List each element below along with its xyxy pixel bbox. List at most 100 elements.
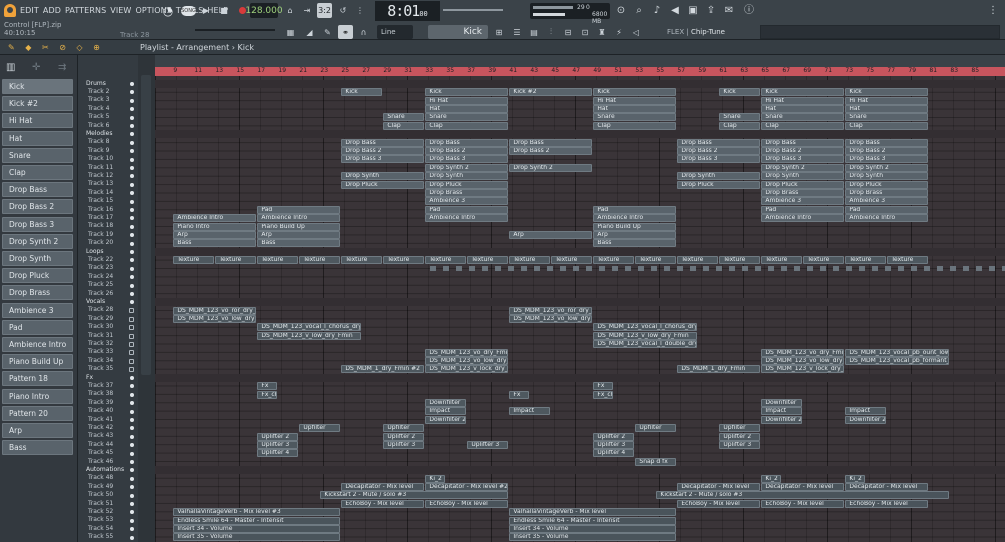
picker-item[interactable]: Pattern 18 [2,371,73,387]
audio-clip[interactable]: DS_MDM_123_v_low_dry_Fmin [257,331,362,340]
pattern-clip[interactable]: Kick [761,88,845,97]
loop-slice[interactable] [755,266,761,272]
track-mute-icon[interactable] [130,485,134,490]
audio-clip[interactable]: Impact [509,407,551,416]
track-mute-icon[interactable] [130,300,134,305]
track-header[interactable]: Track 41 [78,416,138,424]
upload-icon[interactable]: ⇪ [704,4,718,17]
audio-clip[interactable]: Downfilter 2 [761,415,803,424]
audio-clip[interactable]: Downfilter [761,398,803,407]
flex-preset-label[interactable]: FLEX | Chip-Tune [667,28,725,36]
audio-clip[interactable]: Downfilter 2 [845,415,887,424]
track-header[interactable]: Track 52 [78,508,138,516]
automation-clip[interactable]: Insert 35 - Volume [173,533,341,542]
track-mute-icon[interactable] [130,510,134,515]
automation-clip[interactable]: EchoBoy - Mix level [845,499,929,508]
audio-clip[interactable]: DS_MDM_123_vocal_pb_formant_low_dry_Fmin [845,356,950,365]
mixer-icon[interactable]: ⫶ [544,25,558,39]
audio-clip[interactable]: Impact [761,407,803,416]
track-header[interactable]: Track 15 [78,197,138,205]
audio-clip[interactable]: DS_MDM_123_v_low_dry_Fmin [593,331,698,340]
track-lock-icon[interactable] [129,325,134,331]
playlist-icon[interactable]: ☰ [510,25,524,39]
pattern-clip[interactable]: Drop Brass [425,188,509,197]
pattern-clip[interactable]: Hi Hat [593,96,677,105]
pattern-clip[interactable]: Pad [257,205,341,214]
track-header[interactable]: Track 18 [78,222,138,230]
loop-slice[interactable] [573,266,579,272]
save-icon[interactable]: ▣ [686,4,700,17]
loop-slice[interactable] [651,266,657,272]
automation-clip[interactable]: Endless Smile 64 - Master - Intensit [509,516,677,525]
track-mute-icon[interactable] [130,174,134,179]
pattern-clip[interactable]: Ambience Intro [425,214,509,223]
pattern-clip[interactable]: Drop Brass [761,188,845,197]
track-header[interactable]: Track 22 [78,256,138,264]
audio-clip[interactable]: Texture [845,256,887,265]
track-mute-icon[interactable] [130,376,134,380]
menu-view[interactable]: VIEW [110,6,131,15]
master-volume-knob-icon[interactable]: ◔ [160,3,176,18]
pattern-clip[interactable]: Snare [719,113,761,122]
step-seq-icon[interactable]: ◢ [302,25,317,39]
picker-item[interactable]: Kick #2 [2,96,73,112]
audio-clip[interactable]: Fx [593,382,614,391]
track-header[interactable]: Track 28 [78,306,138,314]
audio-clip[interactable]: DS_MDM_123_vo_dry_Fmin #2 [425,348,509,357]
automation-clip[interactable]: Decapitator - Mix level #2 [425,482,509,491]
browser-toggle-icon[interactable]: ⊟ [561,25,575,39]
audio-clip[interactable]: DS_MDM_123_vo_low_dry_Fmin [425,356,509,365]
song-mode-toggle[interactable]: SONG [181,6,196,16]
track-mute-icon[interactable] [130,98,134,103]
track-header[interactable]: Track 25 [78,281,138,289]
pattern-clip[interactable]: Drop Pluck [341,180,425,189]
scrollbar-thumb[interactable] [141,75,151,375]
pattern-clip[interactable]: Ambience Intro [845,214,929,223]
track-mute-icon[interactable] [130,266,134,271]
pattern-clip[interactable]: Hi Hat [761,96,845,105]
pattern-clip[interactable]: Drop Bass 2 [761,146,845,155]
track-header[interactable]: Track 11 [78,164,138,172]
loop-slice[interactable] [976,266,982,272]
channel-rack-icon[interactable]: ▤ [527,25,541,39]
pattern-clip[interactable]: Drop Pluck [761,180,845,189]
line-mode-select[interactable]: Line [377,25,413,39]
track-group-header[interactable]: Melodies [78,130,138,138]
track-header[interactable]: Track 43 [78,432,138,440]
chat-icon[interactable]: ✉ [722,4,736,17]
pattern-clip[interactable]: Snare [593,113,677,122]
track-header[interactable]: Track 32 [78,340,138,348]
pattern-clip[interactable]: Drop Bass 2 [845,146,929,155]
track-header[interactable]: Track 29 [78,315,138,323]
pattern-clip[interactable]: Clap [845,121,929,130]
picker-item[interactable]: Piano Build Up [2,354,73,370]
loop-slice[interactable] [638,266,644,272]
loop-slice[interactable] [664,266,670,272]
picker-filter-icon[interactable]: ⇉ [58,62,66,73]
track-mute-icon[interactable] [130,233,134,238]
automation-clip[interactable]: Kickstart 2 - Mute / solo #3 [656,491,950,500]
track-lock-icon[interactable] [129,333,134,339]
automation-clip[interactable]: Insert 35 - Volume [509,533,677,542]
pattern-clip[interactable]: Pad [425,205,509,214]
pattern-clip[interactable]: Piano Intro [173,222,257,231]
track-mute-icon[interactable] [130,90,134,95]
audio-clip[interactable]: DS_MDM_123_v_lock_dry_Fmin [761,365,845,374]
pattern-clip[interactable]: Bass [173,239,257,248]
loop-slice[interactable] [586,266,592,272]
automation-clip[interactable]: Insert 34 - Volume [173,524,341,533]
brush-icon[interactable]: ✎ [320,25,335,39]
track-mute-icon[interactable] [130,401,134,406]
track-header[interactable]: Track 2 [78,88,138,96]
loop-slice[interactable] [469,266,475,272]
audio-clip[interactable]: DS_MDM_123_vo_low_dry_Fmin [761,356,845,365]
track-lock-icon[interactable] [129,308,134,314]
track-mute-icon[interactable] [130,258,134,263]
pattern-clip[interactable]: Ambience 3 [761,197,845,206]
main-volume-slider[interactable] [195,29,275,31]
audio-clip[interactable]: Fx_ch [593,390,614,399]
pattern-selector[interactable]: Kick [428,25,488,39]
audio-clip[interactable]: Texture [551,256,593,265]
track-header[interactable]: Track 46 [78,458,138,466]
picker-item[interactable]: Drop Bass 3 [2,216,73,232]
